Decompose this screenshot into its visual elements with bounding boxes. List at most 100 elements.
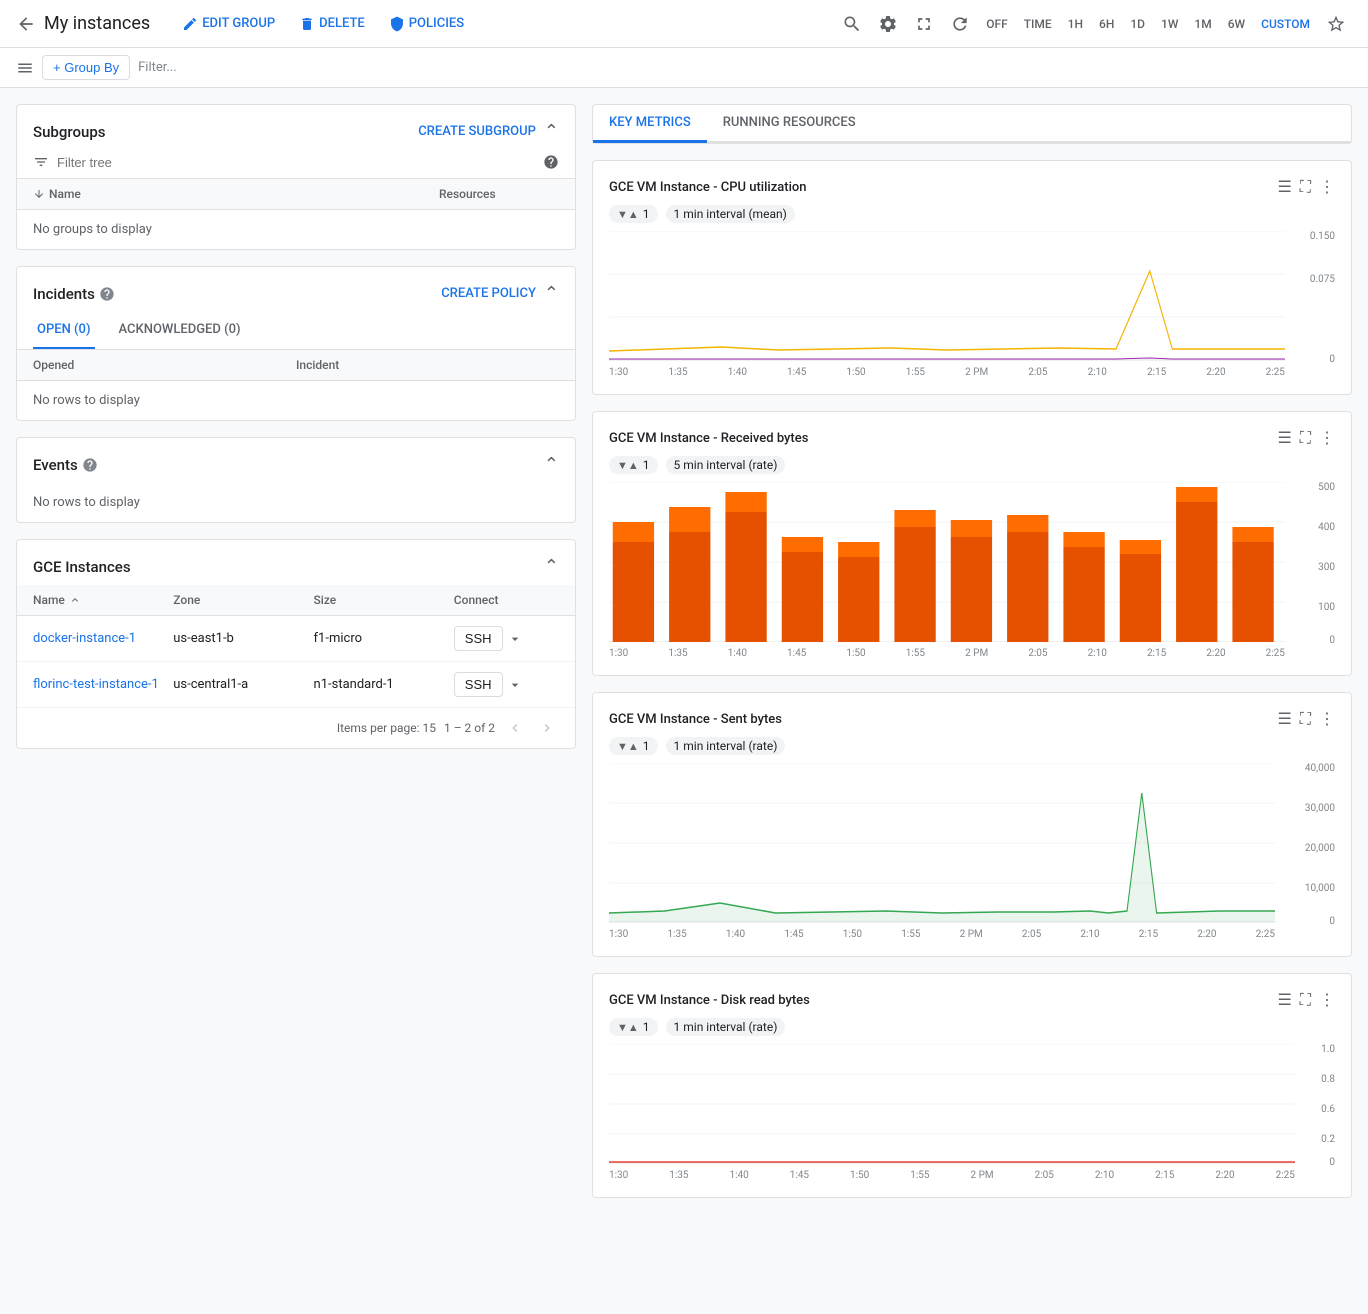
sent-chart-filters: ▼▲ 1 1 min interval (rate) (609, 737, 1335, 755)
create-subgroup-link[interactable]: CREATE SUBGROUP (418, 124, 536, 139)
incidents-help-icon[interactable] (99, 286, 115, 302)
search-icon[interactable] (836, 8, 868, 40)
sent-y-10000: 10,000 (1305, 883, 1335, 894)
col-opened: Opened (33, 358, 296, 372)
expand-icon-0[interactable]: ⛶ (1300, 177, 1311, 197)
time-1d[interactable]: 1D (1124, 13, 1151, 35)
sent-y-min: 0 (1329, 916, 1335, 927)
time-1m[interactable]: 1M (1188, 13, 1217, 35)
interval-chip-2: 1 min interval (rate) (666, 737, 786, 755)
off-toggle[interactable]: OFF (980, 13, 1014, 35)
received-chart-icons: ☰ ⛶ ⋮ (1277, 428, 1335, 448)
incidents-collapse[interactable]: ⌃ (544, 283, 559, 304)
col-sort-icon[interactable]: Name (33, 187, 439, 201)
more-icon-1[interactable]: ⋮ (1319, 428, 1335, 448)
cpu-y-min: 0 (1329, 354, 1335, 365)
events-card: Events ⌃ No rows to display (16, 437, 576, 523)
back-button[interactable] (16, 14, 36, 34)
edit-group-button[interactable]: EDIT GROUP (174, 8, 283, 40)
time-6w[interactable]: 6W (1222, 13, 1251, 35)
filter-chip-0[interactable]: ▼▲ 1 (609, 205, 658, 223)
interval-chip-1: 5 min interval (rate) (666, 456, 786, 474)
ssh-button-1[interactable]: SSH (454, 672, 503, 697)
dropdown-icon-1[interactable] (507, 677, 523, 693)
fullscreen-icon[interactable] (908, 8, 940, 40)
subgroups-collapse[interactable]: ⌃ (544, 121, 559, 142)
time-6h[interactable]: 6H (1093, 13, 1120, 35)
instance-name-0[interactable]: docker-instance-1 (33, 631, 173, 646)
cpu-chart-header: GCE VM Instance - CPU utilization ☰ ⛶ ⋮ (609, 177, 1335, 197)
filter-input[interactable]: Filter... (138, 60, 177, 75)
col-incident: Incident (296, 358, 559, 372)
col-resources-header: Resources (439, 187, 559, 201)
filter-chip-1[interactable]: ▼▲ 1 (609, 456, 658, 474)
list-icon-1[interactable]: ☰ (1277, 428, 1291, 448)
gce-header: GCE Instances ⌃ (17, 540, 575, 585)
events-help-icon[interactable] (82, 457, 98, 473)
tab-open[interactable]: OPEN (0) (33, 312, 95, 349)
dropdown-icon-0[interactable] (507, 631, 523, 647)
gce-col-name: Name (33, 593, 173, 607)
time-label[interactable]: TIME (1018, 13, 1058, 35)
instance-zone-0: us-east1-b (173, 631, 313, 646)
disk-chart-icons: ☰ ⛶ ⋮ (1277, 990, 1335, 1010)
incidents-col-headers: Opened Incident (17, 350, 575, 381)
more-icon-0[interactable]: ⋮ (1319, 177, 1335, 197)
received-x-labels: 1:301:351:401:451:501:552 PM2:052:102:15… (609, 648, 1335, 659)
instance-name-1[interactable]: florinc-test-instance-1 (33, 677, 173, 692)
gce-col-zone: Zone (173, 593, 313, 607)
settings-icon[interactable] (872, 8, 904, 40)
more-icon-2[interactable]: ⋮ (1319, 709, 1335, 729)
page-title: My instances (44, 13, 150, 34)
subgroups-actions: CREATE SUBGROUP ⌃ (418, 121, 559, 142)
disk-chart-area: 1.0 0.8 0.6 0.2 0 (609, 1044, 1335, 1168)
disk-chart-header: GCE VM Instance - Disk read bytes ☰ ⛶ ⋮ (609, 990, 1335, 1010)
tab-acknowledged[interactable]: ACKNOWLEDGED (0) (115, 312, 245, 349)
gce-col-size: Size (314, 593, 454, 607)
disk-chart-title: GCE VM Instance - Disk read bytes (609, 993, 810, 1008)
list-icon-2[interactable]: ☰ (1277, 709, 1291, 729)
more-icon-3[interactable]: ⋮ (1319, 990, 1335, 1010)
time-1h[interactable]: 1H (1062, 13, 1089, 35)
next-page-button[interactable] (535, 716, 559, 740)
time-custom[interactable]: CUSTOM (1255, 13, 1316, 35)
list-icon-0[interactable]: ☰ (1277, 177, 1291, 197)
subgroups-card: Subgroups CREATE SUBGROUP ⌃ Name Resourc… (16, 104, 576, 250)
disk-chart-card: GCE VM Instance - Disk read bytes ☰ ⛶ ⋮ … (592, 973, 1352, 1198)
filter-tree-icon (33, 154, 49, 170)
tab-key-metrics[interactable]: KEY METRICS (593, 105, 707, 143)
star-icon[interactable] (1320, 8, 1352, 40)
cpu-chart-icons: ☰ ⛶ ⋮ (1277, 177, 1335, 197)
policies-button[interactable]: POLICIES (381, 8, 472, 40)
sent-chart-title: GCE VM Instance - Sent bytes (609, 712, 782, 727)
disk-y-02: 0.2 (1321, 1134, 1335, 1145)
filter-tree-input[interactable] (57, 155, 535, 170)
tab-running-resources[interactable]: RUNNING RESOURCES (707, 105, 872, 143)
events-collapse[interactable]: ⌃ (544, 454, 559, 475)
time-1w[interactable]: 1W (1155, 13, 1184, 35)
refresh-icon[interactable] (944, 8, 976, 40)
expand-icon-3[interactable]: ⛶ (1300, 990, 1311, 1010)
disk-y-08: 0.8 (1321, 1074, 1335, 1085)
sent-y-30000: 30,000 (1305, 803, 1335, 814)
metrics-header: KEY METRICS RUNNING RESOURCES (592, 104, 1352, 144)
prev-page-button[interactable] (503, 716, 527, 740)
table-row: docker-instance-1 us-east1-b f1-micro SS… (17, 616, 575, 662)
create-policy-link[interactable]: CREATE POLICY (441, 286, 536, 301)
sent-y-max: 40,000 (1305, 763, 1335, 774)
delete-button[interactable]: DELETE (291, 8, 373, 40)
group-by-button[interactable]: + Group By (42, 55, 130, 80)
list-icon-3[interactable]: ☰ (1277, 990, 1291, 1010)
expand-icon-1[interactable]: ⛶ (1300, 428, 1311, 448)
gce-collapse[interactable]: ⌃ (544, 556, 559, 577)
cpu-x-labels: 1:301:351:401:451:501:552 PM2:052:102:15… (609, 367, 1335, 378)
events-title: Events (33, 456, 78, 474)
menu-icon[interactable] (16, 59, 34, 77)
filter-chip-2[interactable]: ▼▲ 1 (609, 737, 658, 755)
expand-icon-2[interactable]: ⛶ (1300, 709, 1311, 729)
ssh-button-0[interactable]: SSH (454, 626, 503, 651)
pagination: Items per page: 15 1 – 2 of 2 (17, 708, 575, 748)
events-header: Events ⌃ (17, 438, 575, 483)
filter-chip-3[interactable]: ▼▲ 1 (609, 1018, 658, 1036)
help-icon[interactable] (543, 154, 559, 170)
